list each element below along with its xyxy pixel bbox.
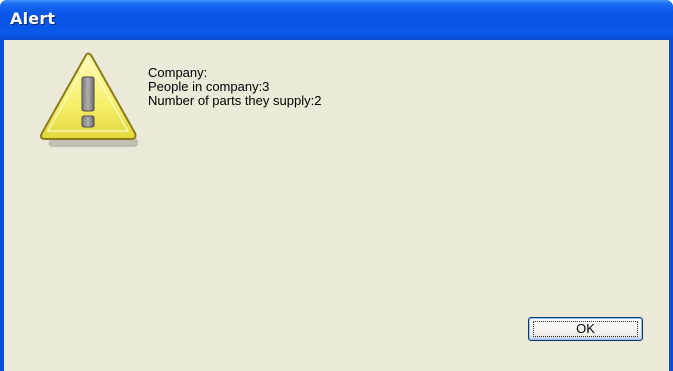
alert-message: Company: People in company:3 Number of p…	[148, 66, 321, 108]
message-line: Number of parts they supply:2	[148, 93, 322, 108]
ok-button-label: OK	[576, 321, 595, 336]
message-line: People in company:3	[148, 79, 270, 94]
window-title: Alert	[10, 9, 56, 28]
message-line: Company:	[148, 65, 208, 80]
ok-button[interactable]: OK	[528, 317, 643, 341]
dialog-body: Company: People in company:3 Number of p…	[4, 40, 669, 371]
alert-dialog: Alert Company: People in company:3 Numbe…	[0, 0, 673, 371]
title-bar[interactable]: Alert	[0, 0, 673, 40]
warning-icon	[40, 52, 139, 147]
